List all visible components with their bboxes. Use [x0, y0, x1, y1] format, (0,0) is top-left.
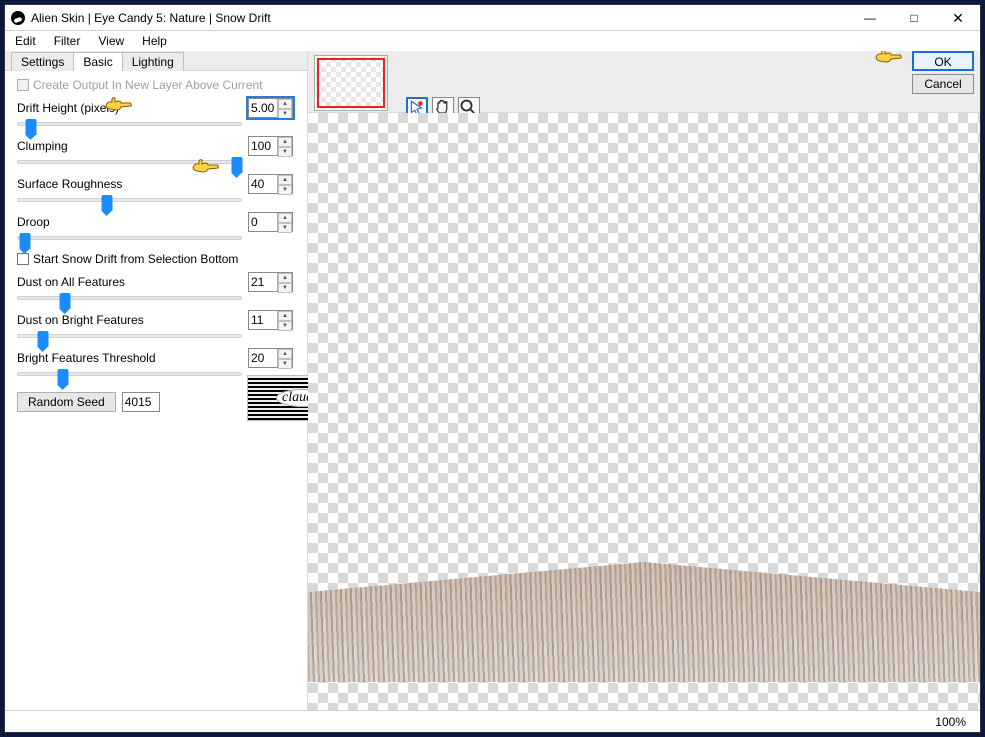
tab-settings[interactable]: Settings [11, 52, 74, 71]
dust-bright-down[interactable]: ▼ [278, 321, 292, 331]
clumping-down[interactable]: ▼ [278, 147, 292, 157]
bright-thresh-label: Bright Features Threshold [17, 351, 242, 365]
droop-label: Droop [17, 215, 242, 229]
dust-all-input[interactable]: ▲▼ [248, 272, 293, 292]
menu-view[interactable]: View [96, 33, 126, 49]
menu-filter[interactable]: Filter [52, 33, 83, 49]
pointer-hand-icon [874, 51, 904, 67]
menu-help[interactable]: Help [140, 33, 169, 49]
cancel-button[interactable]: Cancel [912, 74, 974, 94]
create-output-checkbox [17, 79, 29, 91]
dust-bright-label: Dust on Bright Features [17, 313, 242, 327]
roughness-slider[interactable] [17, 198, 242, 202]
start-from-bottom-checkbox[interactable] [17, 253, 29, 265]
start-from-bottom-label: Start Snow Drift from Selection Bottom [33, 252, 238, 266]
bright-thresh-slider[interactable] [17, 372, 242, 376]
left-panel: Settings Basic Lighting Create Output In… [5, 51, 308, 710]
clumping-value[interactable] [249, 137, 277, 155]
random-seed-input[interactable] [122, 392, 160, 412]
app-icon [11, 11, 25, 25]
droop-up[interactable]: ▲ [278, 213, 292, 223]
drift-height-slider[interactable] [17, 122, 242, 126]
menu-edit[interactable]: Edit [13, 33, 38, 49]
ok-button[interactable]: OK [912, 51, 974, 71]
statusbar: 100% [5, 710, 980, 732]
dust-bright-slider[interactable] [17, 334, 242, 338]
dust-bright-up[interactable]: ▲ [278, 311, 292, 321]
window-title: Alien Skin | Eye Candy 5: Nature | Snow … [31, 11, 271, 25]
droop-slider[interactable] [17, 236, 242, 240]
tabbar: Settings Basic Lighting [5, 51, 307, 71]
preview-thumbnail[interactable] [314, 55, 388, 111]
dust-all-slider[interactable] [17, 296, 242, 300]
roughness-input[interactable]: ▲▼ [248, 174, 293, 194]
dust-all-up[interactable]: ▲ [278, 273, 292, 283]
droop-down[interactable]: ▼ [278, 223, 292, 233]
dust-bright-input[interactable]: ▲▼ [248, 310, 293, 330]
bright-thresh-value[interactable] [249, 349, 277, 367]
dust-all-label: Dust on All Features [17, 275, 242, 289]
tab-lighting[interactable]: Lighting [122, 52, 184, 71]
droop-value[interactable] [249, 213, 277, 231]
right-panel: OK Cancel [308, 51, 980, 710]
close-button[interactable]: ✕ [936, 5, 980, 31]
pointer-hand-icon [191, 157, 221, 177]
bright-thresh-up[interactable]: ▲ [278, 349, 292, 359]
menubar: Edit Filter View Help [5, 31, 980, 51]
tab-basic[interactable]: Basic [73, 52, 122, 71]
clumping-up[interactable]: ▲ [278, 137, 292, 147]
zoom-level: 100% [935, 715, 966, 729]
thumbnail-selection-rect [317, 58, 385, 108]
droop-input[interactable]: ▲▼ [248, 212, 293, 232]
minimize-button[interactable]: — [848, 5, 892, 31]
drift-height-value[interactable] [249, 99, 277, 117]
drift-height-up[interactable]: ▲ [278, 99, 292, 109]
random-seed-button[interactable]: Random Seed [17, 392, 116, 412]
create-output-label: Create Output In New Layer Above Current [33, 78, 262, 92]
drift-height-down[interactable]: ▼ [278, 109, 292, 119]
roughness-down[interactable]: ▼ [278, 185, 292, 195]
drift-height-input[interactable]: ▲▼ [248, 98, 293, 118]
pointer-hand-icon [104, 95, 134, 115]
snow-drift-effect [308, 562, 980, 682]
preview-canvas[interactable] [308, 113, 980, 710]
maximize-button[interactable]: □ [892, 5, 936, 31]
bright-thresh-input[interactable]: ▲▼ [248, 348, 293, 368]
dust-bright-value[interactable] [249, 311, 277, 329]
clumping-label: Clumping [17, 139, 242, 153]
titlebar: Alien Skin | Eye Candy 5: Nature | Snow … [5, 5, 980, 31]
random-seed-value[interactable] [123, 393, 159, 411]
dust-all-down[interactable]: ▼ [278, 283, 292, 293]
bright-thresh-down[interactable]: ▼ [278, 359, 292, 369]
roughness-label: Surface Roughness [17, 177, 242, 191]
roughness-value[interactable] [249, 175, 277, 193]
dust-all-value[interactable] [249, 273, 277, 291]
roughness-up[interactable]: ▲ [278, 175, 292, 185]
clumping-input[interactable]: ▲▼ [248, 136, 293, 156]
